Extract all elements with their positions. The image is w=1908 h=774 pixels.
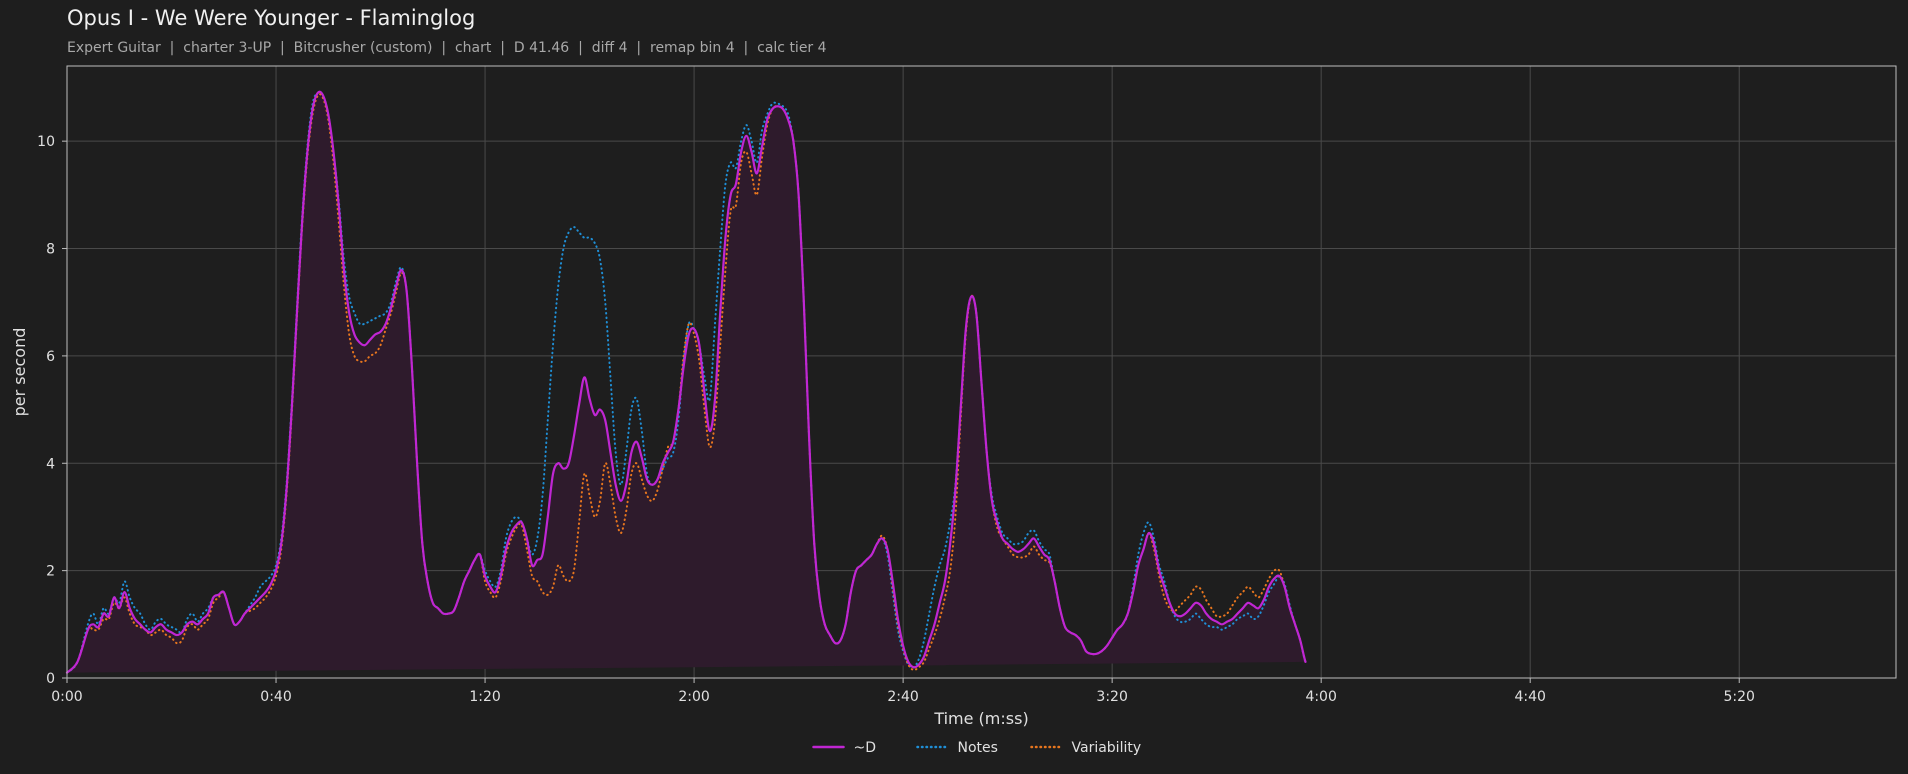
x-tick-label: 3:20: [1096, 689, 1127, 705]
y-tick-label: 6: [46, 349, 55, 365]
x-tick-label: 0:40: [260, 689, 291, 705]
x-tick-label: 4:40: [1514, 689, 1545, 705]
series-d-area: [67, 91, 1306, 673]
x-tick-label: 5:20: [1724, 689, 1755, 705]
y-tick-label: 0: [46, 671, 55, 687]
x-tick-label: 2:00: [678, 689, 709, 705]
legend-label: ~D: [854, 740, 877, 756]
legend-item-variability: Variability: [1030, 740, 1142, 756]
legend-label: Variability: [1072, 740, 1142, 756]
y-tick-label: 2: [46, 564, 55, 580]
x-tick-label: 2:40: [887, 689, 918, 705]
y-tick-label: 10: [37, 134, 55, 150]
legend-item-notes: Notes: [916, 740, 998, 756]
chart-canvas: 0:00 0:40 1:20 2:00 2:40 3:20 4:00 4:40 5:20 0 2 4 6…: [10, 65, 1897, 756]
legend: ~D Notes Variability: [812, 740, 1142, 756]
legend-label: Notes: [958, 740, 998, 756]
x-tick-label: 1:20: [469, 689, 500, 705]
area-fill-layer: [67, 91, 1306, 673]
legend-item-d: ~D: [812, 740, 877, 756]
x-tick-label: 0:00: [51, 689, 82, 705]
y-axis-label: per second: [10, 328, 29, 417]
x-axis-label: Time (m:ss): [933, 709, 1028, 728]
y-tick-label: 8: [46, 242, 55, 258]
y-tick-label: 4: [46, 456, 55, 472]
x-tick-label: 4:00: [1305, 689, 1336, 705]
